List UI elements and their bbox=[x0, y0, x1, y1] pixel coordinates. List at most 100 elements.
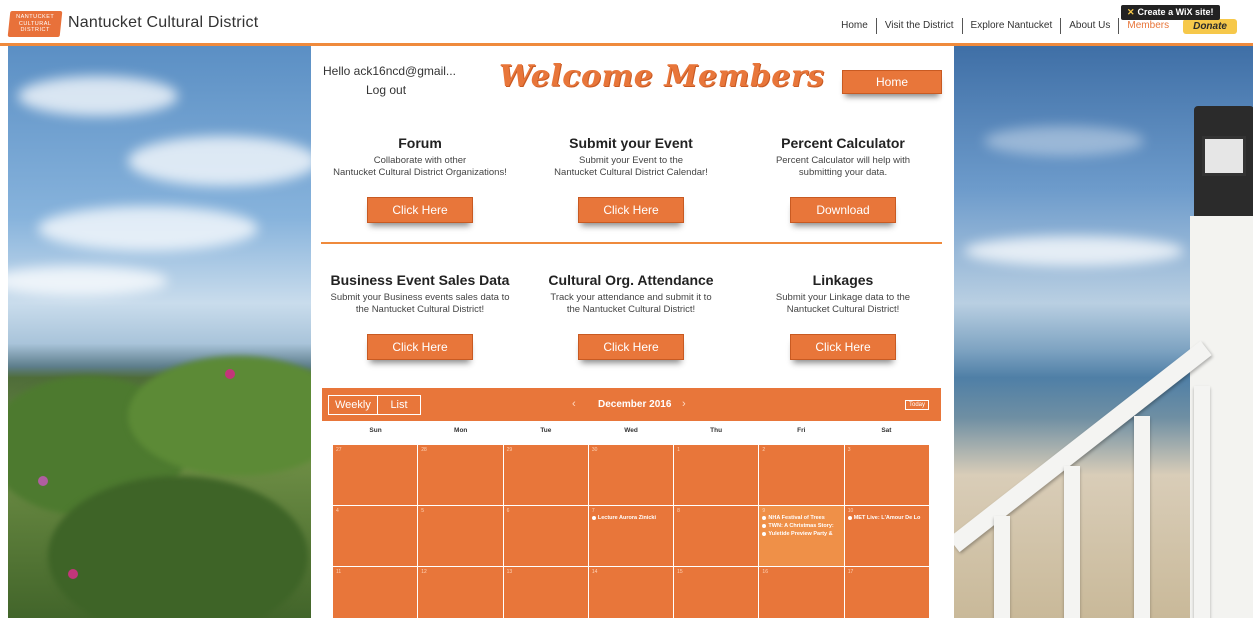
background-photo-left bbox=[8, 46, 311, 618]
calendar-day-cell[interactable]: 7 Lecture Aurora Zinicki bbox=[588, 506, 674, 566]
list-tab[interactable]: List bbox=[377, 395, 421, 415]
nav-home[interactable]: Home bbox=[833, 18, 876, 34]
calendar-event[interactable]: NHA Festival of Trees bbox=[762, 514, 840, 522]
calendar-day-number: 3 bbox=[847, 447, 851, 453]
home-button[interactable]: Home bbox=[842, 70, 942, 94]
logo-text: NANTUCKET CULTURAL DISTRICT bbox=[16, 14, 55, 33]
card-description-line2: Nantucket Cultural District Organization… bbox=[333, 167, 507, 178]
calendar-day-number: 29 bbox=[506, 447, 513, 453]
calendar-day-cell[interactable]: 13 bbox=[503, 567, 588, 618]
calendar-day-cell[interactable]: 6 bbox=[503, 506, 588, 566]
nav-explore-nantucket[interactable]: Explore Nantucket bbox=[961, 18, 1061, 34]
calendar-day-number: 11 bbox=[336, 569, 342, 575]
wix-star-icon: ✕ bbox=[1127, 7, 1135, 17]
card-description-line1: Submit your Event to the bbox=[578, 155, 684, 166]
members-panel: Hello ack16ncd@gmail... Log out Welcome … bbox=[311, 46, 954, 618]
calendar-day-cell[interactable]: 11 bbox=[333, 567, 418, 618]
calendar-day-headers: Sun Mon Tue Wed Thu Fri Sat bbox=[333, 427, 929, 434]
calendar-day-cell[interactable]: 17 bbox=[844, 567, 929, 618]
calendar-day-cell[interactable]: 16 bbox=[759, 567, 844, 618]
card-title: Percent Calculator bbox=[781, 135, 905, 151]
calendar-day-number: 14 bbox=[591, 569, 598, 575]
calendar-day-cell[interactable]: 28 bbox=[418, 445, 503, 505]
submit-event-card: Submit your Event Submit your Event to t… bbox=[531, 135, 731, 223]
percent-calculator-download-button[interactable]: Download bbox=[790, 197, 896, 223]
calendar-toolbar: Weekly List ‹ December 2016 › Today bbox=[322, 388, 941, 421]
calendar-month-label: December 2016 bbox=[598, 399, 672, 410]
site-logo[interactable]: NANTUCKET CULTURAL DISTRICT bbox=[7, 11, 63, 37]
calendar-day-number: 12 bbox=[421, 569, 427, 575]
nav-members[interactable]: Members bbox=[1118, 18, 1177, 34]
card-description-line1: Submit your Linkage data to the bbox=[775, 292, 911, 303]
calendar-day-cell[interactable]: 29 bbox=[503, 445, 588, 505]
business-sales-click-here-button[interactable]: Click Here bbox=[367, 334, 473, 360]
day-header: Fri bbox=[797, 427, 806, 434]
events-calendar: Weekly List ‹ December 2016 › Today Sun … bbox=[322, 388, 941, 618]
day-header: Mon bbox=[454, 427, 468, 434]
calendar-day-number: 16 bbox=[762, 569, 768, 575]
calendar-day-cell[interactable]: 12 bbox=[418, 567, 503, 618]
calendar-event[interactable]: TWN: A Christmas Story: bbox=[762, 522, 840, 530]
calendar-day-cell[interactable]: 3 bbox=[844, 445, 929, 505]
nav-about-us[interactable]: About Us bbox=[1060, 18, 1118, 34]
calendar-day-cell[interactable]: 2 bbox=[759, 445, 844, 505]
section-divider bbox=[321, 242, 942, 244]
nav-visit-the-district[interactable]: Visit the District bbox=[875, 18, 962, 34]
calendar-event[interactable]: Yuletide Preview Party & bbox=[762, 530, 840, 538]
card-description-line2: submitting your data. bbox=[798, 167, 888, 178]
calendar-day-cell[interactable]: 5 bbox=[418, 506, 503, 566]
calendar-day-cell[interactable]: 8 bbox=[674, 506, 759, 566]
next-month-icon[interactable]: › bbox=[682, 398, 686, 410]
calendar-event[interactable]: Lecture Aurora Zinicki bbox=[592, 514, 670, 522]
attendance-click-here-button[interactable]: Click Here bbox=[578, 334, 684, 360]
site-header: NANTUCKET CULTURAL DISTRICT Nantucket Cu… bbox=[0, 0, 1253, 46]
card-description-line1: Submit your Business events sales data t… bbox=[330, 292, 510, 303]
calendar-day-number: 28 bbox=[421, 447, 427, 453]
wix-banner[interactable]: ✕ Create a WiX site! bbox=[1121, 5, 1220, 20]
calendar-day-number: 27 bbox=[336, 447, 342, 453]
calendar-day-number: 2 bbox=[762, 447, 766, 453]
calendar-day-number: 6 bbox=[506, 508, 510, 514]
card-description-line1: Collaborate with other bbox=[373, 155, 467, 166]
member-greeting: Hello ack16ncd@gmail... bbox=[323, 64, 456, 78]
welcome-title: Welcome Members bbox=[499, 59, 825, 94]
calendar-day-cell[interactable]: 14 bbox=[588, 567, 674, 618]
calendar-day-number: 8 bbox=[677, 508, 680, 514]
linkages-click-here-button[interactable]: Click Here bbox=[790, 334, 896, 360]
calendar-day-cell[interactable]: 27 bbox=[333, 445, 418, 505]
calendar-day-cell[interactable]: 10 MET Live: L'Amour De Lo bbox=[844, 506, 929, 566]
calendar-event[interactable]: MET Live: L'Amour De Lo bbox=[848, 514, 926, 522]
percent-calculator-card: Percent Calculator Percent Calculator wi… bbox=[743, 135, 943, 223]
card-description-line2: the Nantucket Cultural District! bbox=[566, 304, 696, 315]
background-photo-right bbox=[954, 46, 1253, 618]
weekly-tab[interactable]: Weekly bbox=[328, 395, 378, 415]
calendar-day-cell[interactable]: 15 bbox=[674, 567, 759, 618]
day-header: Sat bbox=[881, 427, 892, 434]
calendar-day-number: 17 bbox=[847, 569, 854, 575]
calendar-day-number: 30 bbox=[591, 447, 598, 453]
card-title: Submit your Event bbox=[569, 135, 693, 151]
card-title: Linkages bbox=[812, 272, 874, 288]
calendar-day-number: 15 bbox=[677, 569, 683, 575]
card-title: Forum bbox=[398, 135, 442, 151]
day-header: Tue bbox=[540, 427, 552, 434]
prev-month-icon[interactable]: ‹ bbox=[572, 398, 576, 410]
calendar-day-cell[interactable]: 1 bbox=[674, 445, 759, 505]
calendar-day-number: 13 bbox=[506, 569, 513, 575]
linkages-card: Linkages Submit your Linkage data to the… bbox=[743, 272, 943, 360]
calendar-day-cell[interactable]: 4 bbox=[333, 506, 418, 566]
business-event-sales-card: Business Event Sales Data Submit your Bu… bbox=[320, 272, 520, 360]
calendar-day-cell[interactable]: 9 NHA Festival of Trees TWN: A Christmas S… bbox=[759, 506, 844, 566]
calendar-day-number: 4 bbox=[336, 508, 339, 514]
wix-banner-text: Create a WiX site! bbox=[1137, 7, 1214, 17]
day-header: Thu bbox=[710, 427, 723, 434]
cultural-org-attendance-card: Cultural Org. Attendance Track your atte… bbox=[531, 272, 731, 360]
card-description-line1: Percent Calculator will help with bbox=[775, 155, 911, 166]
submit-event-click-here-button[interactable]: Click Here bbox=[578, 197, 684, 223]
calendar-day-cell[interactable]: 30 bbox=[588, 445, 674, 505]
logout-link[interactable]: Log out bbox=[366, 83, 406, 97]
donate-button[interactable]: Donate bbox=[1183, 18, 1237, 34]
site-title[interactable]: Nantucket Cultural District bbox=[68, 14, 258, 32]
forum-click-here-button[interactable]: Click Here bbox=[367, 197, 473, 223]
today-button[interactable]: Today bbox=[904, 400, 929, 410]
